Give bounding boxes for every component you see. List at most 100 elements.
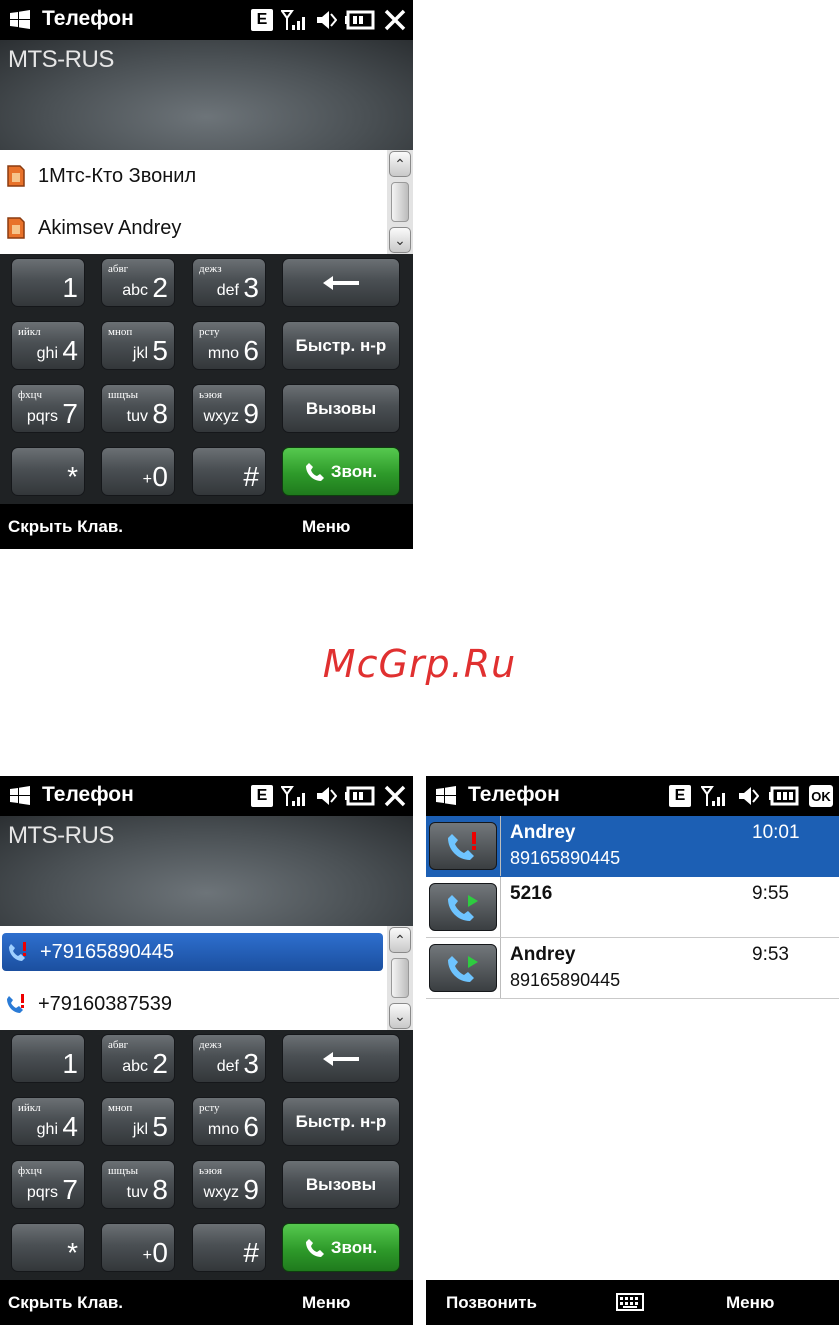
sim-contact-icon xyxy=(7,217,25,239)
smart-dial-list: 1Мтс-Кто Звонил Akimsev Andrey ⌃ ⌄ xyxy=(0,150,413,254)
call-back-button[interactable] xyxy=(429,883,497,931)
key-hash[interactable]: # xyxy=(192,447,266,496)
key-digit: 0 xyxy=(152,461,168,492)
key-8[interactable]: шщъы tuv 8 xyxy=(101,384,175,433)
key-digit: # xyxy=(243,461,259,492)
key-9[interactable]: ьэюя wxyz 9 xyxy=(192,384,266,433)
key-1[interactable]: 1 xyxy=(11,258,85,307)
key-digit: 0 xyxy=(152,1237,168,1268)
key-2[interactable]: абвг abc 2 xyxy=(101,1034,175,1083)
scroll-up-icon[interactable]: ⌃ xyxy=(389,927,411,953)
list-item-label: +79160387539 xyxy=(38,992,173,1015)
key-9[interactable]: ьэюя wxyz 9 xyxy=(192,1160,266,1209)
key-lat: abc xyxy=(122,1058,148,1075)
key-4[interactable]: ийкл ghi 4 xyxy=(11,1097,85,1146)
volume-muted-icon[interactable] xyxy=(315,8,337,32)
key-2[interactable]: абвг abc 2 xyxy=(101,258,175,307)
call-row[interactable]: Andrey 89165890445 9:53 xyxy=(426,938,839,999)
app-title: Телефон xyxy=(468,783,560,806)
key-cyr: рсту xyxy=(199,326,220,338)
soft-key-right[interactable]: Меню xyxy=(302,1293,350,1313)
call-back-button[interactable] xyxy=(429,944,497,992)
key-6[interactable]: рсту mno 6 xyxy=(192,321,266,370)
key-lat: + xyxy=(142,1247,152,1264)
call-time: 9:55 xyxy=(752,883,789,904)
calls-button[interactable]: Вызовы xyxy=(282,1160,400,1209)
list-item[interactable]: 1Мтс-Кто Звонил xyxy=(0,150,387,202)
scroll-up-icon[interactable]: ⌃ xyxy=(389,151,411,177)
backspace-button[interactable] xyxy=(282,258,400,307)
key-star[interactable]: * xyxy=(11,447,85,496)
soft-key-right[interactable]: Меню xyxy=(726,1293,774,1313)
list-item-selected[interactable]: +79165890445 xyxy=(2,933,383,971)
outgoing-call-icon xyxy=(448,895,478,921)
calls-button[interactable]: Вызовы xyxy=(282,384,400,433)
scrollbar[interactable]: ⌃ ⌄ xyxy=(387,926,413,1030)
scroll-thumb[interactable] xyxy=(391,182,409,222)
list-item-label: Akimsev Andrey xyxy=(38,216,182,239)
soft-key-left[interactable]: Позвонить xyxy=(446,1293,537,1313)
caller-name: Andrey xyxy=(510,944,576,965)
app-title: Телефон xyxy=(42,7,134,30)
key-1[interactable]: 1 xyxy=(11,1034,85,1083)
windows-logo-icon[interactable] xyxy=(434,784,458,808)
volume-muted-icon[interactable] xyxy=(737,784,759,808)
scroll-thumb[interactable] xyxy=(391,958,409,998)
key-lat: jkl xyxy=(132,345,148,362)
scroll-down-icon[interactable]: ⌄ xyxy=(389,227,411,253)
key-cyr: дежз xyxy=(199,1039,222,1051)
dial-button[interactable]: Звон. xyxy=(282,447,400,496)
close-icon[interactable] xyxy=(383,8,407,32)
key-0[interactable]: +0 xyxy=(101,1223,175,1272)
key-5[interactable]: мноп jkl 5 xyxy=(101,1097,175,1146)
ok-button[interactable]: OK xyxy=(809,785,833,807)
key-4[interactable]: ийкл ghi 4 xyxy=(11,321,85,370)
key-3[interactable]: дежз def 3 xyxy=(192,1034,266,1083)
call-row-selected[interactable]: Andrey 89165890445 10:01 xyxy=(426,816,839,877)
operator-name: MTS-RUS xyxy=(8,822,114,849)
key-hash[interactable]: # xyxy=(192,1223,266,1272)
soft-key-right[interactable]: Меню xyxy=(302,517,350,537)
windows-logo-icon[interactable] xyxy=(8,8,32,32)
key-digit: 5 xyxy=(152,1111,168,1142)
backspace-button[interactable] xyxy=(282,1034,400,1083)
dial-button[interactable]: Звон. xyxy=(282,1223,400,1272)
soft-key-left[interactable]: Скрыть Клав. xyxy=(8,1293,123,1313)
key-digit: 6 xyxy=(243,335,259,366)
key-digit: 2 xyxy=(152,1048,168,1079)
list-item[interactable]: +79160387539 xyxy=(0,978,387,1030)
key-7[interactable]: фхцч pqrs 7 xyxy=(11,384,85,433)
row-divider xyxy=(500,816,501,876)
key-cyr: ийкл xyxy=(18,1102,41,1114)
edge-network-icon: E xyxy=(669,785,691,807)
call-row[interactable]: 5216 9:55 xyxy=(426,877,839,938)
key-digit: 2 xyxy=(152,272,168,303)
scroll-down-icon[interactable]: ⌄ xyxy=(389,1003,411,1029)
key-3[interactable]: дежз def 3 xyxy=(192,258,266,307)
key-lat: pqrs xyxy=(26,1184,58,1201)
key-digit: 3 xyxy=(243,272,259,303)
signal-strength-icon xyxy=(701,786,725,806)
speed-dial-button[interactable]: Быстр. н-р xyxy=(282,1097,400,1146)
key-8[interactable]: шщъы tuv 8 xyxy=(101,1160,175,1209)
key-digit: 9 xyxy=(243,1174,259,1205)
speed-dial-button[interactable]: Быстр. н-р xyxy=(282,321,400,370)
key-star[interactable]: * xyxy=(11,1223,85,1272)
signal-strength-icon xyxy=(281,786,305,806)
key-0[interactable]: +0 xyxy=(101,447,175,496)
key-cyr: ьэюя xyxy=(199,1165,223,1177)
keyboard-icon[interactable] xyxy=(616,1293,644,1311)
missed-call-icon xyxy=(9,942,26,961)
list-item[interactable]: Akimsev Andrey xyxy=(0,202,387,254)
windows-logo-icon[interactable] xyxy=(8,784,32,808)
soft-key-left[interactable]: Скрыть Клав. xyxy=(8,517,123,537)
backspace-arrow-icon xyxy=(323,275,359,290)
volume-muted-icon[interactable] xyxy=(315,784,337,808)
call-back-button[interactable] xyxy=(429,822,497,870)
key-6[interactable]: рсту mno 6 xyxy=(192,1097,266,1146)
scrollbar[interactable]: ⌃ ⌄ xyxy=(387,150,413,254)
key-7[interactable]: фхцч pqrs 7 xyxy=(11,1160,85,1209)
close-icon[interactable] xyxy=(383,784,407,808)
key-lat: wxyz xyxy=(203,408,239,425)
key-5[interactable]: мноп jkl 5 xyxy=(101,321,175,370)
